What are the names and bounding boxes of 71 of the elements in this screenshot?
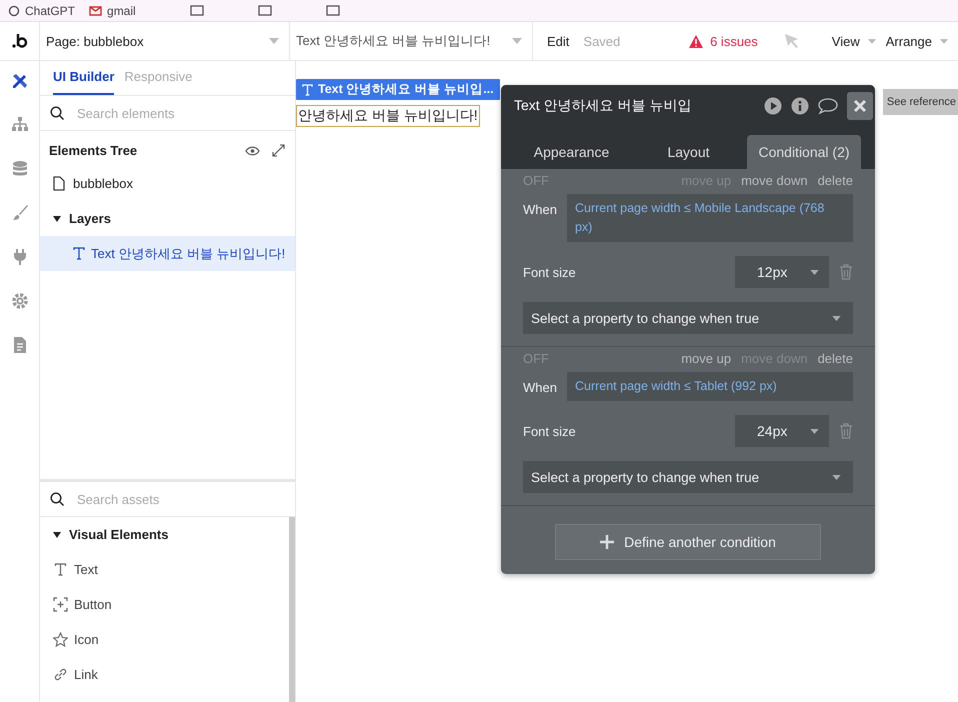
link-icon <box>53 667 68 682</box>
tree-item[interactable]: Text 안녕하세요 버블 뉴비입니다! <box>40 236 295 271</box>
search-field[interactable]: Search elements <box>75 104 285 122</box>
asset-group[interactable]: Visual Elements <box>40 517 289 552</box>
view-menu[interactable]: View <box>832 34 876 48</box>
folder-icon[interactable] <box>190 5 204 16</box>
editor-tab[interactable]: Conditional (2) <box>747 135 861 169</box>
text-type-icon <box>73 247 85 260</box>
issues-link[interactable]: 6 issues <box>689 34 758 48</box>
property-label: Font size <box>523 264 576 280</box>
close-button[interactable] <box>847 92 873 120</box>
page-dropdown[interactable]: Page: bubblebox <box>40 22 290 60</box>
when-label: When <box>523 201 557 217</box>
caret-icon <box>868 38 876 44</box>
settings-icon[interactable] <box>10 291 30 311</box>
panel-tab[interactable]: UI Builder <box>53 61 114 95</box>
star-icon <box>53 632 68 647</box>
search-field[interactable]: Search assets <box>75 490 285 508</box>
selected-element-tag[interactable]: Text 안녕하세요 버블 뉴비입... <box>296 79 500 100</box>
save-status: Saved <box>583 34 620 48</box>
element-dropdown[interactable]: Text 안녕하세요 버블 뉴비입니다! <box>290 22 533 60</box>
asset-item[interactable]: Text <box>40 552 289 587</box>
bookmark-link[interactable]: ChatGPT <box>25 4 76 18</box>
when-label: When <box>523 379 557 395</box>
property-label: Font size <box>523 424 576 438</box>
tooltip: See reference <box>882 89 958 115</box>
caret-icon <box>269 38 279 44</box>
search-icon <box>50 106 65 120</box>
caret-icon <box>940 38 948 44</box>
text-element[interactable]: 안녕하세요 버블 뉴비입니다! <box>296 105 480 127</box>
caret-icon <box>832 316 841 320</box>
property-dropdown[interactable]: Select a property to change when true <box>523 302 853 334</box>
property-dropdown[interactable]: Select a property to change when true <box>523 461 853 493</box>
plus-icon <box>600 535 614 549</box>
asset-item[interactable]: Icon <box>40 622 289 657</box>
mail-icon <box>89 6 102 16</box>
condition-expression[interactable]: Current page width ≤ Mobile Landscape (768 px) <box>566 194 853 242</box>
caret-icon <box>810 428 819 434</box>
caret-icon <box>832 474 841 480</box>
caret-icon <box>512 38 522 44</box>
play-icon[interactable] <box>764 97 782 115</box>
edit-menu[interactable]: Edit <box>547 34 570 48</box>
text-type-icon <box>53 563 68 576</box>
editor-tab[interactable]: Appearance <box>513 135 630 169</box>
folder-icon[interactable] <box>258 5 272 16</box>
search-icon <box>50 492 65 506</box>
caret-icon <box>810 270 819 274</box>
folder-icon[interactable] <box>326 5 340 16</box>
warning-icon <box>689 34 704 48</box>
info-icon[interactable] <box>791 97 809 115</box>
asset-item[interactable]: Button <box>40 587 289 622</box>
tree-title: Elements Tree <box>49 143 138 158</box>
comment-icon[interactable] <box>818 97 838 115</box>
tree-item[interactable]: bubblebox <box>40 166 295 201</box>
logo-icon[interactable] <box>10 32 28 50</box>
tree-item[interactable]: Layers <box>40 201 295 236</box>
editor-tab[interactable]: Layout <box>630 135 747 169</box>
arrange-menu[interactable]: Arrange <box>886 34 948 48</box>
eye-icon[interactable] <box>245 146 260 156</box>
condition-expression[interactable]: Current page width ≤ Tablet (992 px) <box>566 372 853 401</box>
value-dropdown[interactable]: 12px <box>735 256 829 288</box>
page-icon <box>53 176 65 191</box>
bookmark-link[interactable]: gmail <box>107 4 136 18</box>
value-dropdown[interactable]: 24px <box>735 415 829 447</box>
text-type-icon <box>302 84 313 96</box>
close-icon <box>853 99 867 113</box>
panel-title: Text 안녕하세요 버블 뉴비입 <box>514 97 692 115</box>
define-condition-button[interactable]: Define another condition <box>555 524 821 560</box>
asset-item[interactable]: Link <box>40 657 289 692</box>
button-element-icon <box>53 597 68 612</box>
expand-icon[interactable] <box>272 144 285 157</box>
